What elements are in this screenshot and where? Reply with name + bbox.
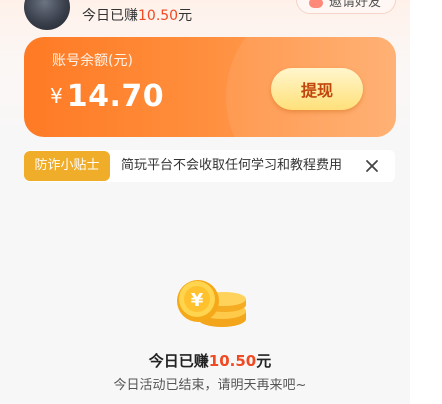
right-edge-strip bbox=[410, 0, 442, 404]
today-earn-amount: 10.50 bbox=[138, 8, 179, 24]
today-earn-prefix: 今日已赚 bbox=[82, 8, 138, 24]
balance-label: 账号余额(元) bbox=[52, 53, 133, 69]
today-earnings-header: 今日已赚10.50元 bbox=[82, 5, 192, 27]
summary-earn-suffix: 元 bbox=[256, 352, 272, 370]
balance-amount: ¥14.70 bbox=[50, 78, 164, 119]
summary-earn-prefix: 今日已赚 bbox=[148, 352, 209, 370]
today-earn-suffix: 元 bbox=[178, 8, 193, 24]
withdraw-button[interactable]: 提现 bbox=[271, 68, 363, 110]
today-earnings-summary: 今日已赚10.50元 bbox=[0, 351, 420, 371]
svg-text:¥: ¥ bbox=[191, 290, 204, 311]
invite-label: 邀请好友 bbox=[329, 0, 382, 10]
coin-stack-icon: ¥ bbox=[177, 280, 246, 327]
balance-card: 账号余额(元) ¥14.70 提现 bbox=[24, 37, 396, 137]
anti-fraud-tip-text: 简玩平台不会收取任何学习和教程费用 bbox=[121, 158, 343, 173]
balance-value: 14.70 bbox=[66, 79, 165, 114]
activity-ended-message: 今日活动已结束，请明天再来吧~ bbox=[113, 378, 307, 393]
currency-symbol: ¥ bbox=[50, 84, 63, 108]
anti-fraud-tag: 防诈小贴士 bbox=[24, 151, 110, 181]
close-icon[interactable] bbox=[363, 157, 381, 175]
invite-friends-button[interactable]: 邀请好友 bbox=[296, 0, 396, 14]
anti-fraud-tip-bar: 防诈小贴士 简玩平台不会收取任何学习和教程费用 bbox=[24, 150, 395, 182]
invite-icon bbox=[309, 0, 323, 8]
summary-earn-amount: 10.50 bbox=[208, 352, 257, 370]
